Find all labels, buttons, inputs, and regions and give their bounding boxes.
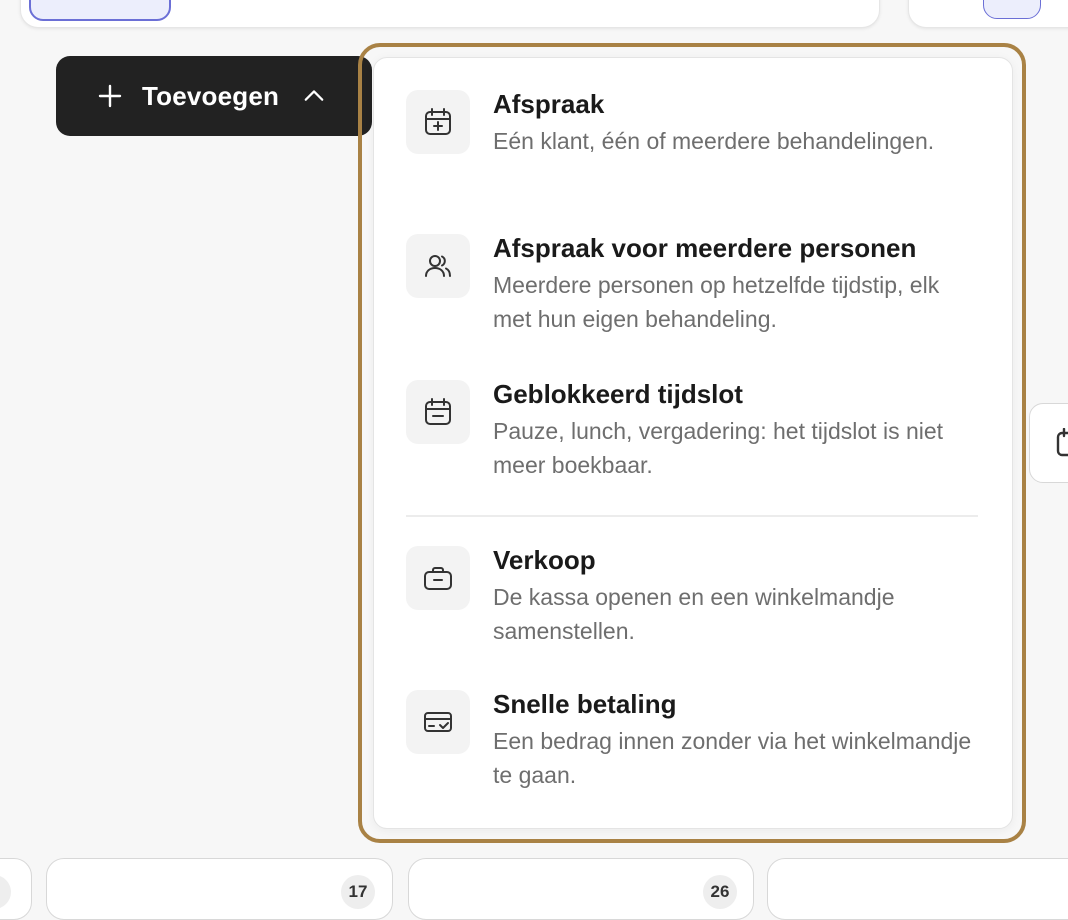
icon-tile xyxy=(406,380,470,444)
icon-tile xyxy=(406,90,470,154)
menu-item-blocked-slot[interactable]: Geblokkeerd tijdslot Pauze, lunch, verga… xyxy=(406,379,986,482)
count-badge: 0 xyxy=(0,875,11,909)
day-card[interactable]: 26 xyxy=(408,858,754,920)
menu-item-desc: De kassa openen en een winkelmandje same… xyxy=(493,584,895,644)
plus-icon xyxy=(98,84,122,108)
icon-tile xyxy=(406,546,470,610)
chevron-up-icon xyxy=(304,90,324,101)
top-toolbar xyxy=(20,0,880,28)
side-calendar-card[interactable] xyxy=(1029,403,1068,483)
calendar-minus-icon xyxy=(425,398,451,425)
active-view-chip[interactable] xyxy=(29,0,171,21)
add-button[interactable]: Toevoegen xyxy=(56,56,372,136)
menu-item-title: Verkoop xyxy=(493,545,596,575)
credit-card-check-icon xyxy=(424,712,452,732)
menu-item-title: Afspraak xyxy=(493,89,605,119)
menu-item-sale[interactable]: Verkoop De kassa openen en een winkelman… xyxy=(406,545,986,648)
day-card[interactable]: 17 xyxy=(46,858,393,920)
menu-item-title: Afspraak voor meerdere personen xyxy=(493,233,917,263)
menu-item-desc: Een bedrag innen zonder via het winkelma… xyxy=(493,728,972,788)
menu-item-desc: Eén klant, één of meerdere behandelingen… xyxy=(493,128,935,154)
view-toggle-chip[interactable] xyxy=(983,0,1041,19)
icon-tile xyxy=(406,234,470,298)
count-badge: 17 xyxy=(341,875,375,909)
add-menu: Afspraak Eén klant, één of meerdere beha… xyxy=(373,57,1013,829)
menu-divider xyxy=(406,515,978,517)
users-icon xyxy=(425,255,451,277)
menu-item-group-appointment[interactable]: Afspraak voor meerdere personen Meerdere… xyxy=(406,233,986,336)
calendar-icon xyxy=(1056,428,1068,457)
icon-tile xyxy=(406,690,470,754)
calendar-plus-icon xyxy=(425,108,451,135)
menu-item-desc: Pauze, lunch, vergadering: het tijdslot … xyxy=(493,418,944,478)
menu-item-title: Geblokkeerd tijdslot xyxy=(493,379,743,409)
shopping-bag-icon xyxy=(424,567,452,590)
menu-item-appointment[interactable]: Afspraak Eén klant, één of meerdere beha… xyxy=(406,89,986,158)
add-button-label: Toevoegen xyxy=(142,80,280,111)
menu-item-title: Snelle betaling xyxy=(493,689,677,719)
count-badge: 26 xyxy=(703,875,737,909)
menu-item-desc: Meerdere personen op hetzelfde tijdstip,… xyxy=(493,272,940,332)
day-card[interactable]: 0 xyxy=(0,858,32,920)
menu-item-quick-payment[interactable]: Snelle betaling Een bedrag innen zonder … xyxy=(406,689,986,792)
day-card[interactable] xyxy=(767,858,1068,920)
top-toolbar-right xyxy=(908,0,1068,28)
